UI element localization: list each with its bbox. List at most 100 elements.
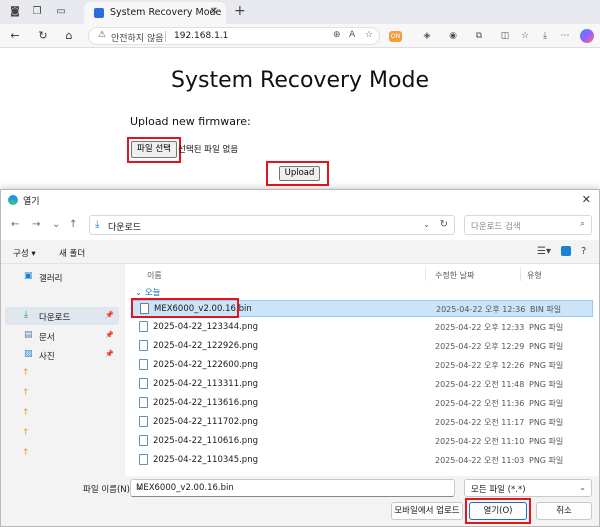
upload-from-mobile-button[interactable]: 모바일에서 업로드 bbox=[391, 502, 463, 520]
filetype-value: 모든 파일 (*.*) bbox=[471, 485, 526, 495]
tab-actions-icon[interactable]: ▭ bbox=[54, 5, 68, 19]
zoom-icon[interactable]: ⊕ bbox=[333, 30, 341, 40]
chrome-extension-icon[interactable]: ◉ bbox=[446, 29, 460, 43]
command-bar: 구성 ▾ 새 폴더 ☰▾ ? bbox=[1, 240, 599, 264]
image-file-icon bbox=[139, 416, 148, 427]
url-text[interactable]: 192.168.1.1 bbox=[174, 31, 228, 41]
table-row[interactable]: 2025-04-22_122600.png 2025-04-22 오후 12:2… bbox=[131, 357, 593, 374]
view-options-icon[interactable]: ☰▾ bbox=[537, 246, 551, 257]
file-date: 2025-04-22 오후 12:26 bbox=[435, 361, 525, 370]
table-row[interactable]: 2025-04-22_110345.png 2025-04-22 오전 11:0… bbox=[131, 452, 593, 469]
table-row[interactable]: 2025-04-22_111702.png 2025-04-22 오전 11:1… bbox=[131, 414, 593, 431]
pin-icon[interactable]: 📌 bbox=[105, 311, 114, 319]
up-arrow-icon[interactable]: ↑ bbox=[69, 219, 77, 230]
puzzle-icon[interactable]: ⧉ bbox=[472, 29, 486, 43]
workspaces-icon[interactable]: ❐ bbox=[30, 5, 44, 19]
favorite-icon[interactable]: ☆ bbox=[365, 30, 373, 40]
column-divider[interactable] bbox=[520, 267, 521, 281]
close-icon[interactable]: ✕ bbox=[210, 6, 218, 17]
back-icon[interactable]: ← bbox=[8, 29, 22, 43]
security-label[interactable]: 안전하지 않음 bbox=[111, 31, 164, 44]
pin-icon[interactable]: 📌 bbox=[105, 331, 114, 339]
image-file-icon bbox=[139, 340, 148, 351]
file-name: 2025-04-22_122926.png bbox=[153, 341, 258, 351]
filename-input[interactable]: MEX6000_v2.00.16.bin ⌄ bbox=[130, 479, 455, 497]
pin-icon[interactable]: 📌 bbox=[105, 350, 114, 358]
column-header-name[interactable]: 이름 bbox=[147, 270, 162, 281]
extension-badge-icon[interactable]: ON bbox=[389, 31, 402, 42]
favorites-icon[interactable]: ☆ bbox=[518, 29, 532, 43]
highlight-box-selected-file bbox=[131, 298, 239, 318]
dialog-footer: 파일 이름(N): MEX6000_v2.00.16.bin ⌄ 모든 파일 (… bbox=[1, 476, 599, 526]
file-type: PNG 파일 bbox=[529, 399, 564, 408]
chevron-down-icon[interactable]: ⌄ bbox=[136, 483, 449, 493]
tab-bar: ◙ ❐ ▭ System Recovery Mode ✕ + bbox=[0, 0, 600, 24]
path-breadcrumb[interactable]: 다운로드 bbox=[108, 220, 141, 233]
image-file-icon bbox=[139, 378, 148, 389]
sidebar-item-pictures[interactable]: ▧ 사진 📌 bbox=[5, 346, 119, 364]
sidebar-item-documents[interactable]: ▤ 문서 📌 bbox=[5, 327, 119, 345]
page-favicon-icon bbox=[94, 8, 104, 18]
profile-icon[interactable]: ◙ bbox=[8, 5, 22, 19]
column-header-modified[interactable]: 수정한 날짜 bbox=[435, 270, 474, 281]
downloads-icon[interactable]: ⤓ bbox=[538, 29, 552, 43]
image-file-icon bbox=[139, 435, 148, 446]
address-bar[interactable]: ⚠ 안전하지 않음 192.168.1.1 ⊕ A ☆ bbox=[88, 27, 380, 45]
preview-pane-icon[interactable] bbox=[561, 246, 571, 256]
table-row[interactable]: 2025-04-22_122926.png 2025-04-22 오후 12:2… bbox=[131, 338, 593, 355]
file-list: 이름 수정한 날짜 유형 ⌄ 오늘 MEX6000_v2.00.16.bin 2… bbox=[125, 264, 599, 476]
forward-arrow-icon[interactable]: → bbox=[32, 219, 40, 230]
column-header-type[interactable]: 유형 bbox=[527, 270, 542, 281]
file-type: PNG 파일 bbox=[529, 361, 564, 370]
recent-chevron-icon[interactable]: ⌄ bbox=[52, 219, 60, 230]
close-icon[interactable]: ✕ bbox=[582, 193, 591, 206]
folder-arrow-icon[interactable]: ↑ bbox=[22, 448, 30, 458]
group-header-today[interactable]: ⌄ 오늘 bbox=[135, 286, 160, 298]
split-screen-icon[interactable]: ◫ bbox=[498, 29, 512, 43]
folder-arrow-icon[interactable]: ↑ bbox=[22, 428, 30, 438]
warning-icon[interactable]: ⚠ bbox=[98, 30, 106, 40]
sidebar-item-gallery[interactable]: ▣ 갤러리 bbox=[5, 268, 119, 286]
upload-label: Upload new firmware: bbox=[130, 115, 251, 128]
table-row[interactable]: 2025-04-22_113616.png 2025-04-22 오전 11:3… bbox=[131, 395, 593, 412]
back-arrow-icon[interactable]: ← bbox=[11, 219, 19, 230]
file-type: PNG 파일 bbox=[529, 418, 564, 427]
more-icon[interactable]: ⋯ bbox=[558, 29, 572, 43]
extension-icon[interactable]: ◈ bbox=[420, 29, 434, 43]
search-placeholder: 다운로드 검색 bbox=[471, 222, 521, 232]
organize-menu[interactable]: 구성 ▾ bbox=[13, 247, 36, 259]
copilot-icon[interactable] bbox=[580, 29, 594, 43]
dialog-navbar: ← → ⌄ ↑ ⤓ 다운로드 ⌄ ↻ 다운로드 검색 ⌕ bbox=[1, 210, 599, 240]
help-icon[interactable]: ? bbox=[581, 246, 586, 257]
open-button[interactable]: 열기(O) bbox=[469, 502, 527, 520]
folder-arrow-icon[interactable]: ↑ bbox=[22, 408, 30, 418]
upload-button[interactable]: Upload bbox=[279, 166, 320, 181]
new-tab-button[interactable]: + bbox=[234, 4, 246, 18]
address-divider bbox=[165, 31, 166, 42]
home-icon[interactable]: ⌂ bbox=[62, 29, 76, 43]
filetype-select[interactable]: 모든 파일 (*.*) ⌄ bbox=[464, 479, 592, 497]
read-aloud-icon[interactable]: A bbox=[349, 30, 355, 40]
refresh-icon[interactable]: ↻ bbox=[440, 219, 448, 230]
file-type: PNG 파일 bbox=[529, 342, 564, 351]
sidebar-item-downloads[interactable]: ⤓ 다운로드 📌 bbox=[5, 307, 119, 325]
tab-system-recovery[interactable]: System Recovery Mode ✕ bbox=[84, 2, 226, 24]
refresh-icon[interactable]: ↻ bbox=[36, 29, 50, 43]
choose-file-button[interactable]: 파일 선택 bbox=[131, 141, 177, 158]
column-divider[interactable] bbox=[425, 267, 426, 281]
path-bar[interactable]: ⤓ 다운로드 ⌄ ↻ bbox=[89, 215, 455, 235]
chevron-down-icon: ⌄ bbox=[579, 483, 586, 492]
table-row[interactable]: 2025-04-22_113311.png 2025-04-22 오전 11:4… bbox=[131, 376, 593, 393]
folder-arrow-icon[interactable]: ↑ bbox=[22, 368, 30, 378]
cancel-button[interactable]: 취소 bbox=[536, 502, 592, 520]
table-row[interactable]: 2025-04-22_110616.png 2025-04-22 오전 11:1… bbox=[131, 433, 593, 450]
file-name: 2025-04-22_123344.png bbox=[153, 322, 258, 332]
table-row[interactable]: 2025-04-22_123344.png 2025-04-22 오후 12:3… bbox=[131, 319, 593, 336]
search-input[interactable]: 다운로드 검색 ⌕ bbox=[464, 215, 592, 235]
browser-toolbar: ← ↻ ⌂ ⚠ 안전하지 않음 192.168.1.1 ⊕ A ☆ ON ◈ ◉… bbox=[0, 24, 600, 48]
file-date: 2025-04-22 오후 12:29 bbox=[435, 342, 525, 351]
new-folder-button[interactable]: 새 폴더 bbox=[59, 247, 85, 259]
file-type: PNG 파일 bbox=[529, 456, 564, 465]
chevron-down-icon[interactable]: ⌄ bbox=[423, 220, 430, 229]
folder-arrow-icon[interactable]: ↑ bbox=[22, 388, 30, 398]
